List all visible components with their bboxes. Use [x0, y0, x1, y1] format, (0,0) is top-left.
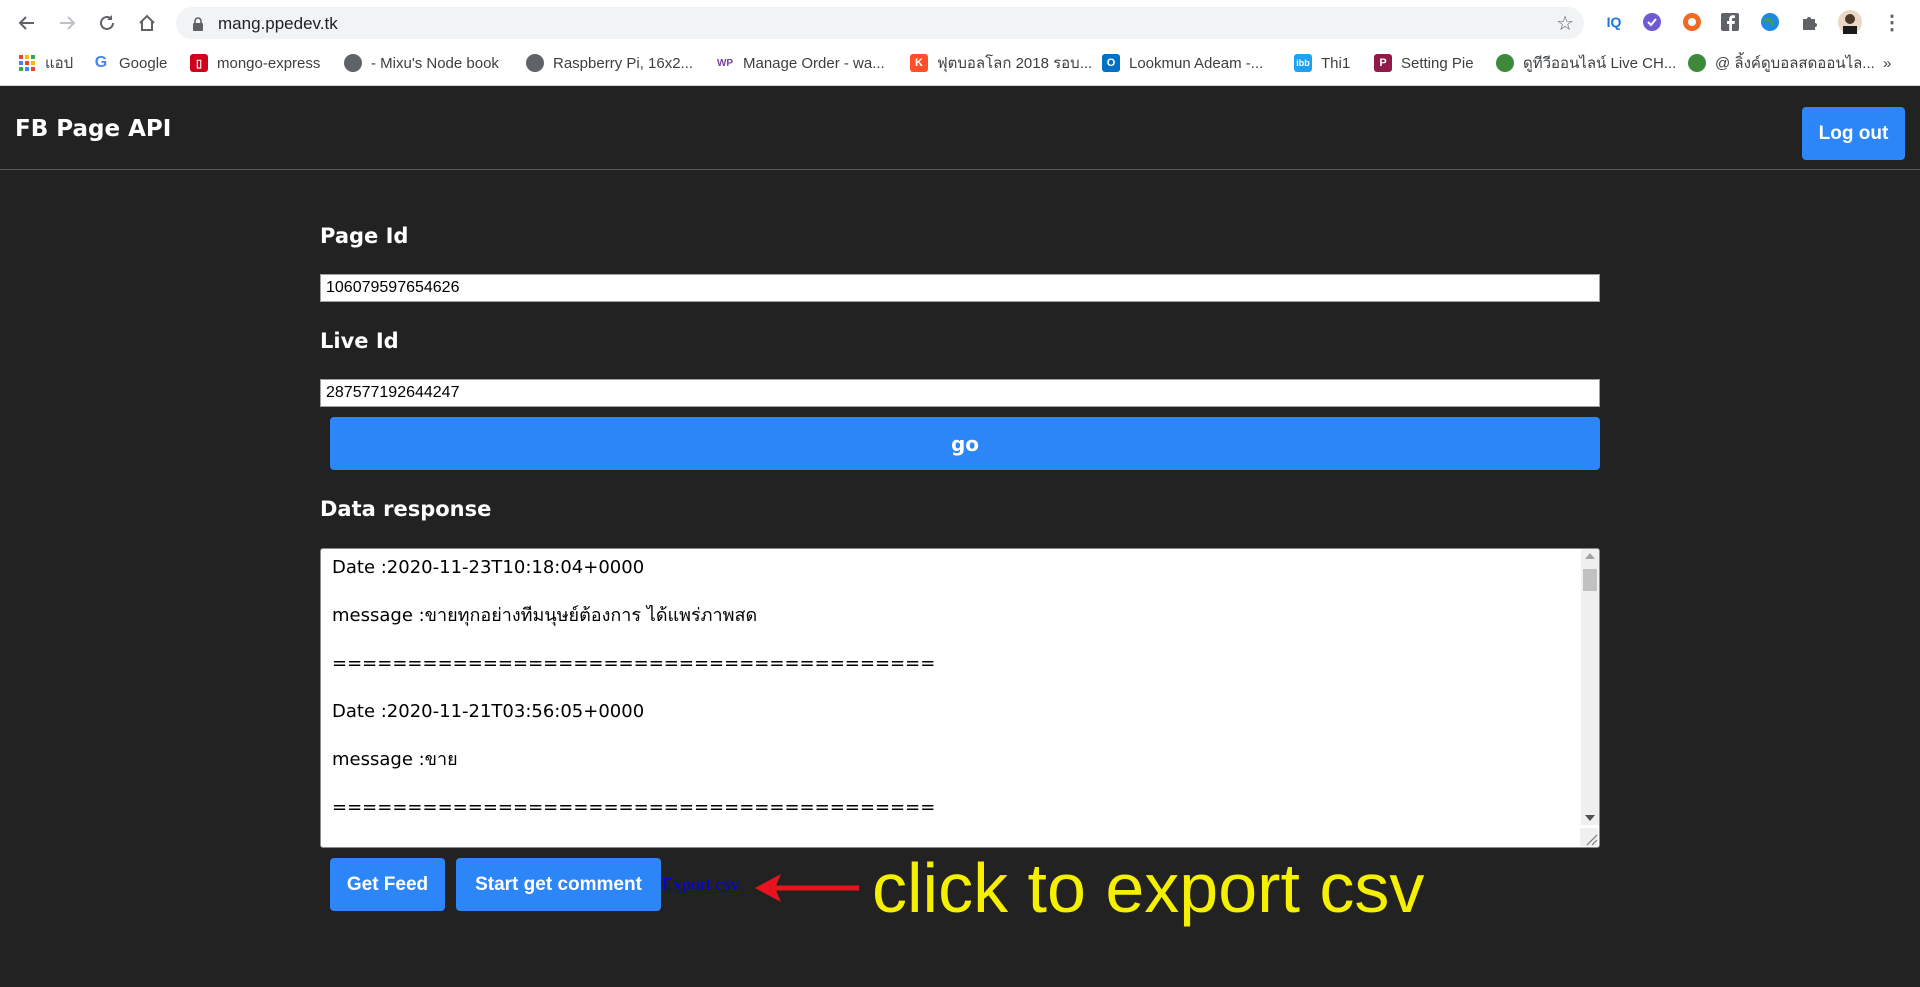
puzzle-extensions-icon[interactable] — [1798, 10, 1822, 34]
page-id-label: Page Id — [320, 224, 409, 248]
lock-icon — [192, 16, 204, 35]
data-response-label: Data response — [320, 497, 492, 521]
outlook-icon: O — [1102, 54, 1120, 72]
bookmark-label: Manage Order - wa... — [743, 54, 885, 72]
bookmark-thi1[interactable]: ibb Thi1 — [1294, 51, 1350, 75]
page-id-input[interactable] — [320, 274, 1600, 302]
data-response-textarea[interactable]: Date :2020-11-23T10:18:04+0000 message :… — [320, 548, 1600, 848]
google-icon: G — [94, 54, 108, 71]
bookmark-setting-pie[interactable]: P Setting Pie — [1374, 51, 1474, 75]
mongo-express-icon: ▯ — [190, 54, 208, 72]
bookmark-lookmun[interactable]: O Lookmun Adeam -... — [1102, 51, 1263, 75]
bookmark-label: Thi1 — [1321, 54, 1351, 72]
bookmark-google[interactable]: G Google — [92, 51, 168, 75]
facebook-extension-icon[interactable] — [1718, 10, 1742, 34]
ibb-icon: ibb — [1294, 54, 1312, 72]
bookmark-manage-order[interactable]: WP Manage Order - wa... — [716, 51, 885, 75]
scroll-up-icon[interactable] — [1585, 553, 1595, 559]
export-csv-link[interactable]: Export csv — [662, 874, 739, 895]
back-icon[interactable] — [14, 10, 40, 36]
bookmark-star-icon[interactable]: ☆ — [1556, 11, 1574, 35]
annotation-text: click to export csv — [872, 849, 1425, 927]
response-line: message :ขาย — [332, 749, 458, 770]
check-extension-icon[interactable] — [1640, 10, 1664, 34]
response-line: Date :2020-11-23T10:18:04+0000 — [332, 557, 645, 578]
bookmark-label: - Mixu's Node book — [371, 54, 499, 72]
response-content: Date :2020-11-23T10:18:04+0000 message :… — [332, 557, 1572, 845]
bookmark-label: Raspberry Pi, 16x2... — [553, 54, 694, 72]
kebab-menu-icon[interactable]: ⋮ — [1880, 10, 1904, 34]
reload-icon[interactable] — [94, 10, 120, 36]
tv-icon — [1688, 54, 1706, 72]
bookmark-label: Lookmun Adeam -... — [1129, 54, 1264, 72]
apps-grid-icon — [18, 54, 36, 72]
forward-icon[interactable] — [54, 10, 80, 36]
bookmark-label: ดูทีวีออนไลน์ Live CH... — [1523, 55, 1677, 72]
bookmark-mixu-node-book[interactable]: - Mixu's Node book — [344, 51, 499, 75]
app-navbar: FB Page API Log out — [0, 87, 1920, 170]
bookmark-label: @ ลิ้งค์ดูบอลสดออนไล... — [1715, 55, 1875, 72]
bookmark-live-tv[interactable]: ดูทีวีออนไลน์ Live CH... — [1496, 51, 1676, 75]
bookmark-apps[interactable]: แอป — [18, 51, 73, 75]
textarea-scrollbar[interactable] — [1581, 549, 1599, 825]
bookmarks-bar: แอป G Google ▯ mongo-express - Mixu's No… — [0, 47, 1920, 79]
browser-chrome: mang.ppedev.tk ☆ IQ ⋮ แอป G Google ▯ mon… — [0, 0, 1920, 86]
bookmarks-overflow-button[interactable]: » — [1883, 51, 1891, 75]
bookmark-football-live[interactable]: @ ลิ้งค์ดูบอลสดออนไล... — [1688, 51, 1875, 75]
live-id-label: Live Id — [320, 329, 399, 353]
url-text: mang.ppedev.tk — [218, 14, 338, 33]
start-get-comment-button[interactable]: Start get comment — [456, 858, 661, 911]
bookmark-raspberry-pi[interactable]: Raspberry Pi, 16x2... — [526, 51, 693, 75]
bookmark-label: ฟุตบอลโลก 2018 รอบ... — [937, 55, 1093, 72]
scroll-down-icon[interactable] — [1585, 815, 1595, 821]
p-icon: P — [1374, 54, 1392, 72]
iq-extension-icon[interactable]: IQ — [1602, 10, 1626, 34]
globe-icon — [526, 54, 544, 72]
bookmark-football[interactable]: K ฟุตบอลโลก 2018 รอบ... — [910, 51, 1092, 75]
profile-avatar-icon[interactable] — [1838, 10, 1862, 34]
app-title: FB Page API — [15, 116, 172, 142]
live-id-input[interactable] — [320, 379, 1600, 407]
bookmark-label: Google — [119, 54, 168, 72]
scroll-thumb[interactable] — [1583, 569, 1597, 591]
globe-extension-icon[interactable] — [1758, 10, 1782, 34]
wp-icon: WP — [716, 57, 734, 69]
bookmark-label: แอป — [45, 55, 74, 72]
go-button[interactable]: go — [330, 417, 1600, 470]
globe-icon — [344, 54, 362, 72]
browser-toolbar: mang.ppedev.tk ☆ IQ ⋮ — [0, 0, 1920, 45]
k-icon: K — [910, 54, 928, 72]
get-feed-button[interactable]: Get Feed — [330, 858, 445, 911]
bookmark-mongo-express[interactable]: ▯ mongo-express — [190, 51, 320, 75]
home-icon[interactable] — [134, 10, 160, 36]
response-line: ======================================== — [332, 653, 936, 674]
tv-icon — [1496, 54, 1514, 72]
bookmark-label: mongo-express — [217, 54, 321, 72]
orange-extension-icon[interactable] — [1680, 10, 1704, 34]
logout-button[interactable]: Log out — [1802, 107, 1905, 160]
response-line: message :ขายทุกอย่างที่มนุษย์ต้องการ ได้… — [332, 605, 758, 626]
resize-grip-icon[interactable] — [1580, 828, 1598, 846]
response-line: ======================================== — [332, 797, 936, 818]
address-bar[interactable]: mang.ppedev.tk ☆ — [176, 7, 1584, 39]
bookmark-label: Setting Pie — [1401, 54, 1474, 72]
red-arrow-icon — [755, 874, 859, 902]
response-line: Date :2020-11-21T03:56:05+0000 — [332, 701, 645, 722]
